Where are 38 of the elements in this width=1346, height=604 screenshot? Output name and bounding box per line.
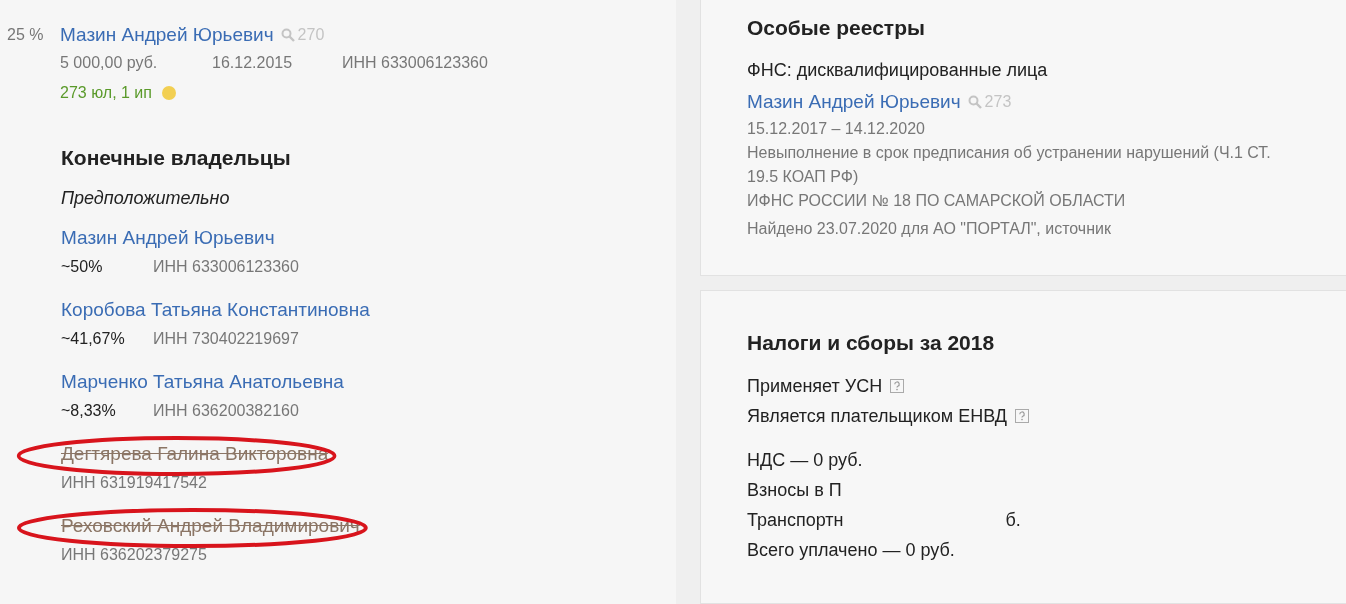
subtitle-text: Предположительно xyxy=(61,188,231,209)
section-heading: Конечные владельцы xyxy=(61,146,292,170)
section-heading: Налоги и сборы за 2018 xyxy=(747,331,996,355)
person-link[interactable]: Коробова Татьяна Константиновна xyxy=(61,299,370,320)
regime-text: Является плательщиком ЕНВД xyxy=(747,405,1007,427)
inn-text: ИНН 730402219697 xyxy=(153,330,299,348)
tax-text: Взносы в П xyxy=(747,479,842,501)
person-link[interactable]: Мазин Андрей Юрьевич xyxy=(61,227,275,248)
tax-text: НДС — 0 руб. xyxy=(747,449,863,471)
date-text: 16.12.2015 xyxy=(212,54,294,72)
reason-text: Невыполнение в срок предписания об устранении нарушений (Ч.1 СТ. 19.5 КОАП РФ) xyxy=(747,143,1272,187)
inn-text: ИНН 636202379275 xyxy=(61,546,207,564)
help-icon[interactable] xyxy=(1014,409,1029,423)
regime-text: Применяет УСН xyxy=(747,375,883,397)
found-text: Найдено 23.07.2020 для АО "ПОРТАЛ", источник xyxy=(747,219,1112,239)
share-text: ~41,67% xyxy=(61,330,126,348)
search-icon xyxy=(967,95,982,109)
share-text: ~8,33% xyxy=(61,402,117,420)
inn-text: ИНН 636200382160 xyxy=(153,402,299,420)
person-link[interactable]: Мазин Андрей Юрьевич xyxy=(747,91,961,113)
period-text: 15.12.2017 – 14.12.2020 xyxy=(747,119,926,139)
person-link[interactable]: Мазин Андрей Юрьевич xyxy=(60,24,274,46)
register-source: ФНС: дисквалифицированные лица xyxy=(747,60,1049,81)
inn-text: ИНН 631919417542 xyxy=(61,474,207,492)
share-text: ~50% xyxy=(61,258,104,276)
inn-text: ИНН 633006123360 xyxy=(153,258,299,276)
section-heading: Особые реестры xyxy=(747,16,926,40)
help-icon[interactable] xyxy=(890,379,905,393)
inn-text: ИНН 633006123360 xyxy=(342,54,488,72)
search-icon xyxy=(280,28,295,42)
authority-text: ИФНС РОССИИ № 18 ПО САМАРСКОЙ ОБЛАСТИ xyxy=(747,190,1127,211)
tax-text: б. xyxy=(1005,509,1021,531)
tax-text: Транспортн xyxy=(747,509,844,531)
tax-text: Всего уплачено — 0 руб. xyxy=(747,539,955,561)
person-link[interactable]: Марченко Татьяна Анатольевна xyxy=(61,371,344,392)
links-count[interactable]: 273 юл, 1 ип xyxy=(60,84,152,102)
share-percent: 25 % xyxy=(6,25,45,45)
amount-text: 5 000,00 руб. xyxy=(60,54,159,72)
